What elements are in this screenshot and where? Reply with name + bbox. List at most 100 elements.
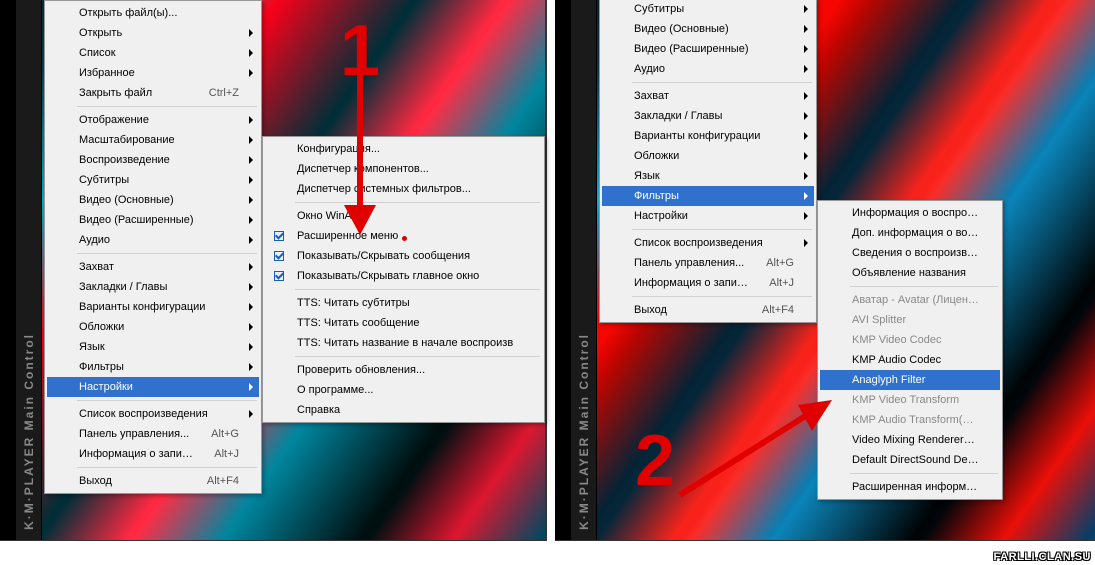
filters-submenu-item[interactable]: Объявление названия <box>820 263 1000 283</box>
main-menu-item[interactable]: Видео (Основные) <box>602 19 814 39</box>
context-menu-main[interactable]: СубтитрыВидео (Основные)Видео (Расширенн… <box>599 0 817 323</box>
main-menu-item[interactable]: Обложки <box>602 146 814 166</box>
main-menu-item[interactable]: Видео (Расширенные) <box>602 39 814 59</box>
settings-submenu-item[interactable]: Расширенное меню <box>265 226 542 246</box>
menu-item-label: Открыть файл(ы)... <box>75 7 239 19</box>
main-menu-item[interactable]: Открыть файл(ы)... <box>47 3 259 23</box>
chevron-right-icon <box>804 5 808 13</box>
menu-item-label: Видео (Расширенные) <box>75 214 239 226</box>
filters-submenu-item[interactable]: Anaglyph Filter <box>820 370 1000 390</box>
main-menu-item[interactable]: Видео (Расширенные) <box>47 210 259 230</box>
context-submenu-settings[interactable]: Конфигурация...Диспетчер компонентов...Д… <box>262 136 545 423</box>
menu-item-label: Информация о воспроизведе <box>848 207 980 219</box>
filters-submenu-item[interactable]: Расширенная информация о <box>820 477 1000 497</box>
menu-item-gutter <box>265 333 293 353</box>
main-menu-item[interactable]: Язык <box>47 337 259 357</box>
chevron-right-icon <box>249 343 253 351</box>
main-menu-item[interactable]: Настройки <box>47 377 259 397</box>
menu-item-label: Воспроизведение <box>75 154 239 166</box>
chevron-right-icon <box>804 45 808 53</box>
main-menu-item[interactable]: Закладки / Главы <box>47 277 259 297</box>
chevron-right-icon <box>804 92 808 100</box>
main-menu-item[interactable]: Захват <box>47 257 259 277</box>
filters-submenu-item[interactable]: Default DirectSound Device <box>820 450 1000 470</box>
main-menu-item[interactable]: ВыходAlt+F4 <box>47 471 259 491</box>
main-menu-item[interactable]: Панель управления...Alt+G <box>602 253 814 273</box>
filters-submenu-separator <box>850 286 998 287</box>
main-menu-item[interactable]: Список воспроизведения <box>602 233 814 253</box>
settings-submenu-item[interactable]: Показывать/Скрывать главное окно <box>265 266 542 286</box>
main-menu-item[interactable]: Список воспроизведения <box>47 404 259 424</box>
main-menu-item[interactable]: Масштабирование <box>47 130 259 150</box>
filters-submenu-item[interactable]: KMP Audio Codec <box>820 350 1000 370</box>
chevron-right-icon <box>249 136 253 144</box>
settings-submenu-item[interactable]: Диспетчер компонентов... <box>265 159 542 179</box>
menu-item-gutter <box>602 86 630 106</box>
menu-item-label: Окно WinAmp <box>293 210 522 222</box>
main-menu-item[interactable]: Варианты конфигурации <box>602 126 814 146</box>
main-menu-item[interactable]: Видео (Основные) <box>47 190 259 210</box>
main-menu-item[interactable]: Список <box>47 43 259 63</box>
main-menu-item[interactable]: Панель управления...Alt+G <box>47 424 259 444</box>
check-icon <box>274 231 284 241</box>
main-menu-item[interactable]: Фильтры <box>47 357 259 377</box>
context-submenu-filters[interactable]: Информация о воспроизведе Доп. информация… <box>817 200 1003 500</box>
settings-submenu-item[interactable]: Конфигурация... <box>265 139 542 159</box>
main-menu-item[interactable]: Информация о записи...Alt+J <box>602 273 814 293</box>
main-menu-item[interactable]: Варианты конфигурации <box>47 297 259 317</box>
main-menu-item[interactable]: Фильтры <box>602 186 814 206</box>
filters-submenu-item[interactable]: Сведения о воспроизведении <box>820 243 1000 263</box>
main-menu-item[interactable]: Закладки / Главы <box>602 106 814 126</box>
menu-item-gutter <box>820 223 848 243</box>
menu-item-label: KMP Video Transform <box>848 394 980 406</box>
settings-submenu-item[interactable]: Проверить обновления... <box>265 360 542 380</box>
settings-submenu-item[interactable]: TTS: Читать название в начале воспроизв <box>265 333 542 353</box>
main-menu-item[interactable]: Информация о записи...Alt+J <box>47 444 259 464</box>
settings-submenu-item[interactable]: Диспетчер системных фильтров... <box>265 179 542 199</box>
chevron-right-icon <box>249 49 253 57</box>
context-menu-main[interactable]: Открыть файл(ы)... ОткрытьСписок Избранное… <box>44 0 262 494</box>
menu-item-gutter <box>47 23 75 43</box>
menu-item-label: TTS: Читать субтитры <box>293 297 522 309</box>
menu-item-gutter <box>602 253 630 273</box>
main-menu-item[interactable]: Отображение <box>47 110 259 130</box>
menu-item-label: Панель управления... <box>75 428 191 440</box>
black-edge <box>555 0 571 540</box>
main-menu-item[interactable]: Воспроизведение <box>47 150 259 170</box>
filters-submenu-item: KMP Video Transform <box>820 390 1000 410</box>
menu-item-gutter <box>265 266 293 286</box>
main-menu-item[interactable]: ВыходAlt+F4 <box>602 300 814 320</box>
main-menu-item[interactable]: Субтитры <box>602 0 814 19</box>
settings-submenu-item[interactable]: Показывать/Скрывать сообщения <box>265 246 542 266</box>
kmp-sidebar: K·M·PLAYER Main Control <box>16 0 42 540</box>
main-menu-item[interactable]: Открыть <box>47 23 259 43</box>
filters-submenu-item[interactable]: Доп. информация о воспроиз <box>820 223 1000 243</box>
main-menu-item[interactable]: Аудио <box>602 59 814 79</box>
menu-item-label: Список воспроизведения <box>630 237 794 249</box>
main-menu-item[interactable]: Избранное <box>47 63 259 83</box>
menu-item-gutter <box>265 226 293 246</box>
main-menu-item[interactable]: Закрыть файлCtrl+Z <box>47 83 259 103</box>
menu-item-gutter <box>602 233 630 253</box>
settings-submenu-separator <box>295 202 540 203</box>
settings-submenu-item[interactable]: Окно WinAmp <box>265 206 542 226</box>
chevron-right-icon <box>249 283 253 291</box>
menu-item-gutter <box>820 350 848 370</box>
menu-item-gutter <box>47 210 75 230</box>
settings-submenu-item[interactable]: Справка <box>265 400 542 420</box>
menu-item-gutter <box>820 330 848 350</box>
menu-item-gutter <box>265 313 293 333</box>
settings-submenu-item[interactable]: О программе... <box>265 380 542 400</box>
main-menu-item[interactable]: Захват <box>602 86 814 106</box>
main-menu-item[interactable]: Настройки <box>602 206 814 226</box>
settings-submenu-item[interactable]: TTS: Читать субтитры <box>265 293 542 313</box>
menu-item-label: Избранное <box>75 67 239 79</box>
filters-submenu-item[interactable]: Video Mixing Renderer9(Windo <box>820 430 1000 450</box>
main-menu-item[interactable]: Язык <box>602 166 814 186</box>
filters-submenu-item[interactable]: Информация о воспроизведе <box>820 203 1000 223</box>
main-menu-item[interactable]: Субтитры <box>47 170 259 190</box>
main-menu-item[interactable]: Обложки <box>47 317 259 337</box>
menu-item-gutter <box>47 3 75 23</box>
settings-submenu-item[interactable]: TTS: Читать сообщение <box>265 313 542 333</box>
main-menu-item[interactable]: Аудио <box>47 230 259 250</box>
